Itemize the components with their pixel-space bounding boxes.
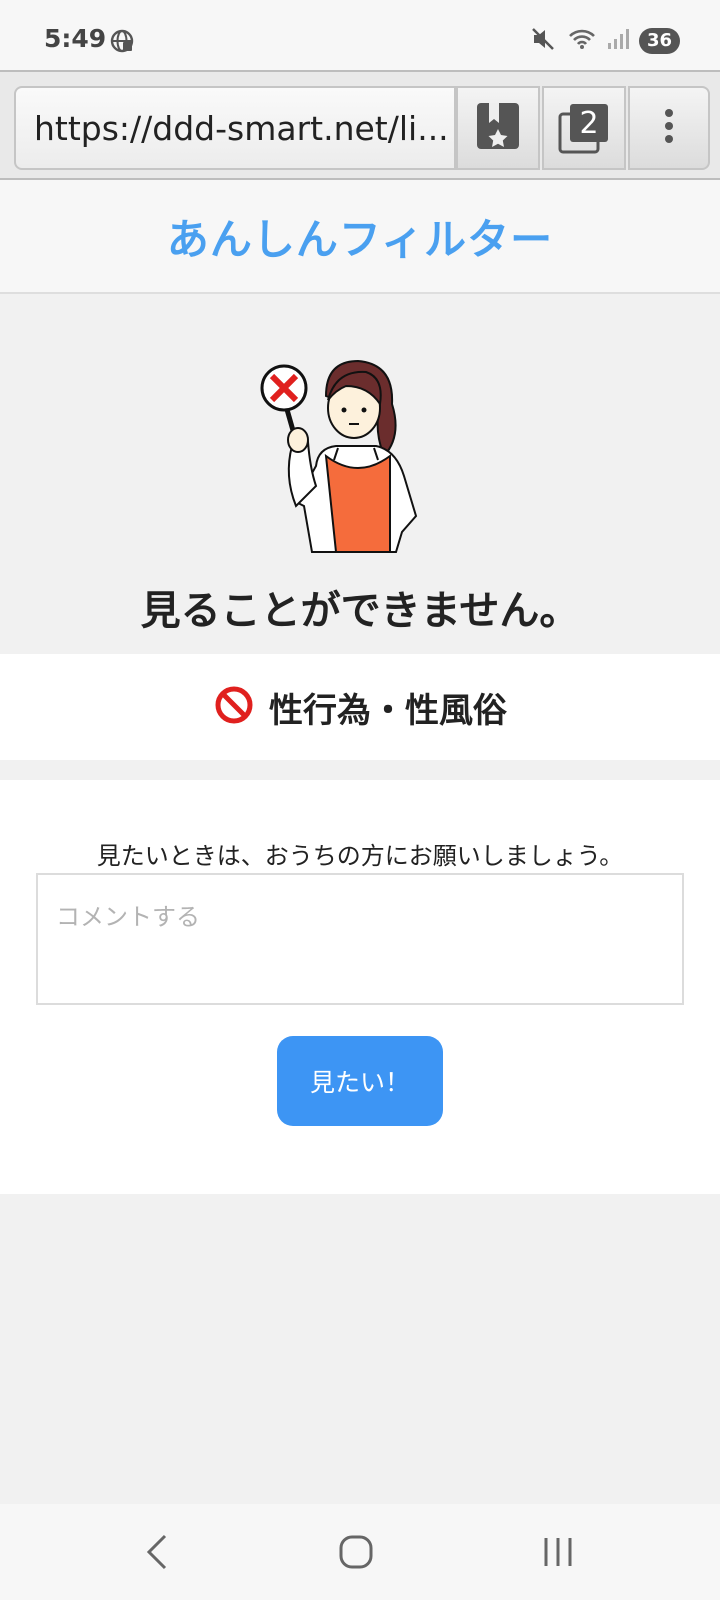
status-time: 5:49 xyxy=(44,24,107,53)
recent-apps-icon xyxy=(540,1536,576,1572)
prohibited-icon xyxy=(213,684,255,730)
status-bar: 5:49 36 xyxy=(0,0,720,70)
blocked-hero: 見ることができません。 xyxy=(0,294,720,654)
more-vertical-icon xyxy=(663,108,675,148)
request-message: 見たいときは、おうちの方にお願いしましょう。 xyxy=(96,842,624,870)
back-button[interactable] xyxy=(126,1532,186,1576)
blocked-category: 性行為・性風俗 xyxy=(0,654,720,760)
system-nav-bar xyxy=(0,1504,720,1600)
tab-count: 2 xyxy=(579,105,599,141)
home-button[interactable] xyxy=(326,1532,386,1576)
want-to-see-button[interactable]: 見たい！ xyxy=(277,1036,443,1126)
battery-indicator: 36 xyxy=(638,28,680,54)
wifi-icon xyxy=(567,27,597,55)
page-header: あんしんフィルター xyxy=(0,180,720,294)
bookmark-star-icon xyxy=(475,101,521,155)
browser-toolbar: https://ddd-smart.net/li... 2 xyxy=(0,70,720,180)
back-chevron-icon xyxy=(143,1534,169,1574)
mute-icon xyxy=(531,27,557,55)
request-card: 見たいときは、おうちの方にお願いしましょう。 見たい！ xyxy=(0,780,720,1194)
recent-apps-button[interactable] xyxy=(528,1532,588,1576)
signal-icon xyxy=(607,28,629,54)
vpn-globe-icon xyxy=(110,29,134,57)
blocked-title: 見ることができません。 xyxy=(140,588,580,634)
home-icon xyxy=(338,1534,374,1574)
comment-input[interactable] xyxy=(36,873,684,1005)
tabs-button[interactable]: 2 xyxy=(542,86,626,170)
browser-menu-button[interactable] xyxy=(628,86,710,170)
url-bar[interactable]: https://ddd-smart.net/li... xyxy=(14,86,456,170)
tabs-icon: 2 xyxy=(558,102,610,154)
mascot-illustration xyxy=(260,359,418,553)
bookmark-button[interactable] xyxy=(456,86,540,170)
category-label: 性行為・性風俗 xyxy=(269,690,507,731)
brand-logo: あんしんフィルター xyxy=(166,214,554,264)
